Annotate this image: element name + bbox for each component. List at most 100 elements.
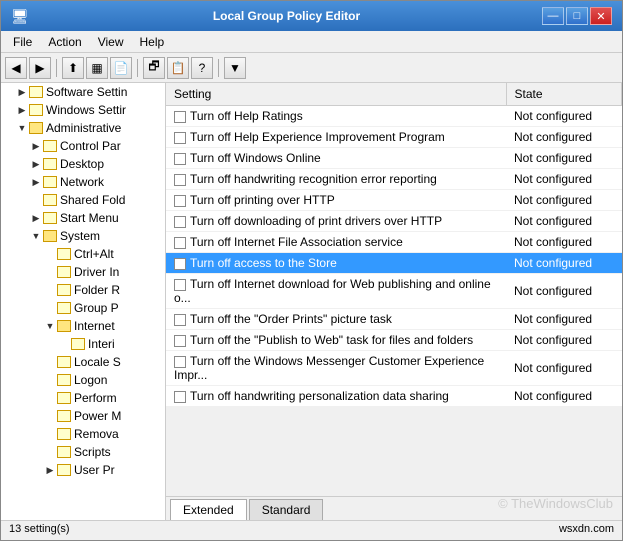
- table-row[interactable]: Turn off downloading of print drivers ov…: [166, 211, 622, 232]
- new-window-button[interactable]: 🗗: [143, 57, 165, 79]
- menu-bar: File Action View Help: [1, 31, 622, 53]
- table-row[interactable]: Turn off Help Experience Improvement Pro…: [166, 127, 622, 148]
- tab-standard[interactable]: Standard: [249, 499, 324, 520]
- table-row[interactable]: Turn off printing over HTTPNot configure…: [166, 190, 622, 211]
- tree-label-locales: Locale S: [74, 355, 121, 369]
- tree-expand-userpr[interactable]: ▶: [43, 463, 57, 477]
- tree-item-ctrlalt[interactable]: Ctrl+Alt: [1, 245, 165, 263]
- tree-label-controlpanel: Control Par: [60, 139, 121, 153]
- state-cell: Not configured: [506, 169, 622, 190]
- setting-cell: Turn off the "Order Prints" picture task: [166, 309, 506, 330]
- tree-label-network: Network: [60, 175, 104, 189]
- menu-help[interactable]: Help: [132, 33, 173, 50]
- maximize-button[interactable]: □: [566, 7, 588, 25]
- forward-button[interactable]: ▶: [29, 57, 51, 79]
- menu-file[interactable]: File: [5, 33, 40, 50]
- tree-expand-desktop[interactable]: ▶: [29, 157, 43, 171]
- export-button[interactable]: 📄: [110, 57, 132, 79]
- folder-icon-software: [29, 86, 43, 98]
- help-button[interactable]: ?: [191, 57, 213, 79]
- tree-item-sharedfolder[interactable]: Shared Fold: [1, 191, 165, 209]
- tabs-bar: Extended Standard: [166, 496, 622, 520]
- tree-item-controlpanel[interactable]: ▶ Control Par: [1, 137, 165, 155]
- tree-label-grouppol: Group P: [74, 301, 119, 315]
- state-cell: Not configured: [506, 127, 622, 148]
- col-state: State: [506, 83, 622, 106]
- details-panel: Setting State Turn off Help RatingsNot c…: [166, 83, 622, 520]
- table-row[interactable]: Turn off access to the StoreNot configur…: [166, 253, 622, 274]
- tree-label-scripts: Scripts: [74, 445, 111, 459]
- table-row[interactable]: Turn off Windows OnlineNot configured: [166, 148, 622, 169]
- status-bar: 13 setting(s) wsxdn.com: [1, 520, 622, 540]
- tree-expand-controlpanel[interactable]: ▶: [29, 139, 43, 153]
- state-cell: Not configured: [506, 190, 622, 211]
- tree-expand-ctrlalt: [43, 247, 57, 261]
- tree-item-startmenu[interactable]: ▶ Start Menu: [1, 209, 165, 227]
- tree-label-logon: Logon: [74, 373, 107, 387]
- tree-item-desktop[interactable]: ▶ Desktop: [1, 155, 165, 173]
- tree-expand-startmenu[interactable]: ▶: [29, 211, 43, 225]
- show-hide-button[interactable]: ▦: [86, 57, 108, 79]
- tree-item-userpr[interactable]: ▶ User Pr: [1, 461, 165, 479]
- toolbar: ◀ ▶ ⬆ ▦ 📄 🗗 📋 ? ▼: [1, 53, 622, 83]
- folder-icon-remova: [57, 428, 71, 440]
- setting-cell: Turn off downloading of print drivers ov…: [166, 211, 506, 232]
- tree-expand-software[interactable]: ▶: [15, 85, 29, 99]
- tree-item-administrative[interactable]: ▼ Administrative: [1, 119, 165, 137]
- tree-item-system[interactable]: ▼ System: [1, 227, 165, 245]
- row-setting-icon: [174, 237, 186, 249]
- table-row[interactable]: Turn off Internet download for Web publi…: [166, 274, 622, 309]
- window-controls: — □ ✕: [542, 7, 612, 25]
- tree-item-powerm[interactable]: Power M: [1, 407, 165, 425]
- tree-expand-internet[interactable]: ▼: [43, 319, 57, 333]
- setting-cell: Turn off handwriting personalization dat…: [166, 386, 506, 407]
- table-row[interactable]: Turn off handwriting recognition error r…: [166, 169, 622, 190]
- back-button[interactable]: ◀: [5, 57, 27, 79]
- tab-extended[interactable]: Extended: [170, 499, 247, 520]
- folder-icon-userpr: [57, 464, 71, 476]
- minimize-button[interactable]: —: [542, 7, 564, 25]
- tree-item-inter-sub[interactable]: Interi: [1, 335, 165, 353]
- state-cell: Not configured: [506, 274, 622, 309]
- folder-icon-locales: [57, 356, 71, 368]
- folder-icon-powerm: [57, 410, 71, 422]
- tree-item-remova[interactable]: Remova: [1, 425, 165, 443]
- table-row[interactable]: Turn off Internet File Association servi…: [166, 232, 622, 253]
- tree-expand-network[interactable]: ▶: [29, 175, 43, 189]
- tree-item-scripts[interactable]: Scripts: [1, 443, 165, 461]
- tree-item-perform[interactable]: Perform: [1, 389, 165, 407]
- tree-item-logon[interactable]: Logon: [1, 371, 165, 389]
- tree-item-internet[interactable]: ▼ Internet: [1, 317, 165, 335]
- folder-icon-perform: [57, 392, 71, 404]
- close-button[interactable]: ✕: [590, 7, 612, 25]
- filter-button[interactable]: ▼: [224, 57, 246, 79]
- table-row[interactable]: Turn off the Windows Messenger Customer …: [166, 351, 622, 386]
- tree-item-network[interactable]: ▶ Network: [1, 173, 165, 191]
- folder-icon-windows: [29, 104, 43, 116]
- folder-icon-scripts: [57, 446, 71, 458]
- table-row[interactable]: Turn off the "Order Prints" picture task…: [166, 309, 622, 330]
- tree-label-startmenu: Start Menu: [60, 211, 119, 225]
- tree-label-windows: Windows Settir: [46, 103, 126, 117]
- menu-view[interactable]: View: [90, 33, 132, 50]
- toolbar-separator-1: [56, 59, 57, 77]
- tree-item-grouppol[interactable]: Group P: [1, 299, 165, 317]
- properties-button[interactable]: 📋: [167, 57, 189, 79]
- tree-expand-sharedfolder: [29, 193, 43, 207]
- setting-cell: Turn off handwriting recognition error r…: [166, 169, 506, 190]
- menu-action[interactable]: Action: [40, 33, 89, 50]
- tree-item-windows[interactable]: ▶ Windows Settir: [1, 101, 165, 119]
- up-button[interactable]: ⬆: [62, 57, 84, 79]
- tree-expand-windows[interactable]: ▶: [15, 103, 29, 117]
- tree-label-system: System: [60, 229, 100, 243]
- tree-label-driverinfo: Driver In: [74, 265, 119, 279]
- tree-item-software[interactable]: ▶ Software Settin: [1, 83, 165, 101]
- table-row[interactable]: Turn off the "Publish to Web" task for f…: [166, 330, 622, 351]
- tree-item-driverinfo[interactable]: Driver In: [1, 263, 165, 281]
- tree-expand-system[interactable]: ▼: [29, 229, 43, 243]
- tree-item-locales[interactable]: Locale S: [1, 353, 165, 371]
- tree-expand-administrative[interactable]: ▼: [15, 121, 29, 135]
- table-row[interactable]: Turn off handwriting personalization dat…: [166, 386, 622, 407]
- tree-item-folderr[interactable]: Folder R: [1, 281, 165, 299]
- table-row[interactable]: Turn off Help RatingsNot configured: [166, 106, 622, 127]
